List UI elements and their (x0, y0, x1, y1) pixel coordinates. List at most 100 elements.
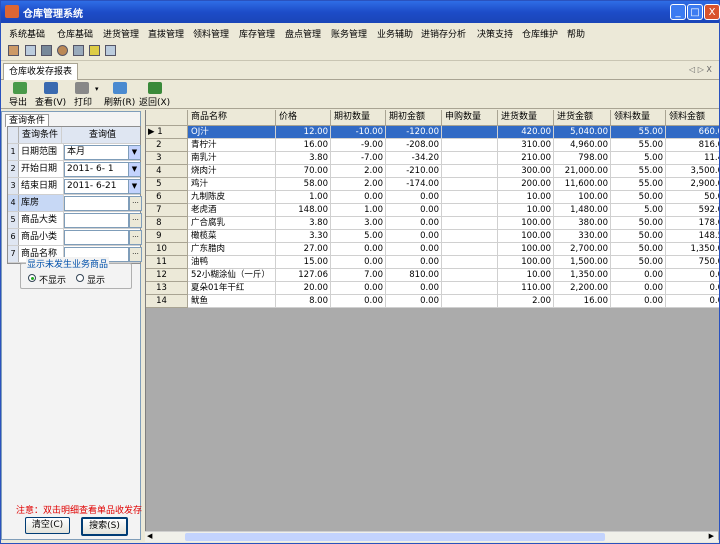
tab-inventory-report[interactable]: 仓库收发存报表 (3, 63, 79, 80)
tab-nav-controls[interactable]: ◁ ▷ X (689, 65, 712, 74)
search-button[interactable]: 搜索(S) (81, 517, 128, 536)
end-date-picker[interactable]: 2011- 6-21 ▼ (64, 179, 141, 194)
menu-purchase[interactable]: 进货管理 (103, 27, 139, 40)
warehouse-browse-button[interactable]: ... (129, 196, 142, 211)
table-row[interactable]: 8广合腐乳3.803.000.00 100.00380.0050.00178.6 (146, 217, 719, 230)
tool-icon-3[interactable] (41, 45, 52, 56)
column-header-product-name[interactable]: 商品名称 (188, 110, 276, 126)
column-header-price[interactable]: 价格 (276, 110, 331, 126)
header-value: 查询值 (88, 130, 116, 140)
cell-request-qty (442, 217, 498, 230)
table-row[interactable]: 9橄榄菜3.305.000.00 100.00330.0050.00148.5 (146, 230, 719, 243)
cell-product-name: 老虎酒 (188, 204, 276, 217)
user-icon[interactable] (57, 45, 68, 56)
column-header-requisition-qty[interactable]: 领料数量 (611, 110, 666, 126)
horizontal-scrollbar[interactable]: ◀ ▶ (145, 531, 718, 542)
chevron-down-icon[interactable]: ▼ (128, 146, 140, 159)
print-button[interactable]: ▾ 打印 (74, 82, 104, 108)
menu-requisition[interactable]: 领料管理 (193, 27, 229, 40)
start-date-picker[interactable]: 2011- 6- 1 ▼ (64, 162, 141, 177)
maximize-button[interactable]: □ (687, 4, 703, 20)
table-row[interactable]: 3南乳汁3.80-7.00-34.20 210.00798.005.0011.4 (146, 152, 719, 165)
table-row[interactable]: 10 广东腊肉 27.00 0.00 0.00 100.00 2,700.00 50.00 1,… (146, 243, 719, 256)
cell-row-number[interactable]: 8 (146, 217, 188, 230)
table-row[interactable]: 11 油鸭 15.00 0.00 0.00 100.00 1,500.00 50.00 750.… (146, 256, 719, 269)
cell-row-number[interactable]: 5 (146, 178, 188, 191)
cell-opening-amount: 0.00 (386, 217, 442, 230)
table-row[interactable]: ▶ 1 OJ汁 12.00 -10.00 -120.00 420.00 5,040.00 55… (146, 126, 719, 139)
table-row[interactable]: 4 烧肉汁 70.00 2.00 -210.00 300.00 21,000.00 55.00… (146, 165, 719, 178)
cell-row-number[interactable]: ▶ 1 (146, 126, 188, 139)
export-button[interactable]: 导出 (9, 82, 31, 108)
cell-purchase-amount: 2,200.00 (554, 282, 611, 295)
cell-opening-qty: 2.00 (331, 165, 386, 178)
tool-icon-5[interactable] (73, 45, 84, 56)
menu-system-base[interactable]: 系统基础 (9, 27, 45, 40)
column-header-requisition-amount[interactable]: 领料金额 (666, 110, 719, 126)
cell-requisition-qty: 0.00 (611, 295, 666, 308)
column-header-opening-qty[interactable]: 期初数量 (331, 110, 386, 126)
view-icon (44, 82, 58, 94)
refresh-icon (113, 82, 127, 94)
cell-row-number[interactable]: 2 (146, 139, 188, 152)
menu-maintenance[interactable]: 仓库维护 (522, 27, 558, 40)
chevron-down-icon[interactable]: ▼ (128, 180, 140, 193)
category-browse-button[interactable]: ... (129, 213, 142, 228)
menu-business-aid[interactable]: 业务辅助 (377, 27, 413, 40)
table-row[interactable]: 2 青柠汁 16.00 -9.00 -208.00 310.00 4,960.00 55.00… (146, 139, 719, 152)
clear-button[interactable]: 清空(C) (25, 517, 70, 534)
tool-icon-2[interactable] (25, 45, 36, 56)
back-button[interactable]: 返回(X) (139, 82, 171, 108)
table-row[interactable]: 7老虎酒148.001.000.00 10.001,480.005.00592.0 (146, 204, 719, 217)
column-header-opening-amount[interactable]: 期初金额 (386, 110, 442, 126)
cell-row-number[interactable]: 3 (146, 152, 188, 165)
subcategory-input[interactable] (64, 230, 129, 245)
menu-stocktake[interactable]: 盘点管理 (285, 27, 321, 40)
subcategory-browse-button[interactable]: ... (129, 230, 142, 245)
column-header-purchase-amount[interactable]: 进货金额 (554, 110, 611, 126)
warehouse-input[interactable] (64, 196, 129, 211)
cell-row-number[interactable]: 12 (146, 269, 188, 282)
table-row[interactable]: 5 鸡汁 58.00 2.00 -174.00 200.00 11,600.00 55.00 2… (146, 178, 719, 191)
view-button[interactable]: 查看(V) (35, 82, 67, 108)
close-button[interactable]: X (704, 4, 720, 20)
menu-direct-transfer[interactable]: 直拨管理 (148, 27, 184, 40)
scroll-right-icon[interactable]: ▶ (709, 532, 714, 540)
table-row[interactable]: 6九制陈皮1.000.000.0010.00100.0050.0050.0 (146, 191, 719, 204)
cell-row-number[interactable]: 9 (146, 230, 188, 243)
folder-icon[interactable] (89, 45, 100, 56)
table-row[interactable]: 12 52小糊涂仙（一斤） 127.06 7.00 810.00 10.00 1,350.0… (146, 269, 719, 282)
cell-requisition-amount: 0.0 (666, 282, 719, 295)
cell-row-number[interactable]: 11 (146, 256, 188, 269)
scrollbar-thumb[interactable] (185, 533, 605, 541)
scroll-left-icon[interactable]: ◀ (147, 532, 152, 540)
minimize-button[interactable]: _ (670, 4, 686, 20)
column-header-request-qty[interactable]: 申购数量 (442, 110, 498, 126)
grid-corner[interactable] (146, 110, 188, 126)
cell-row-number[interactable]: 6 (146, 191, 188, 204)
tool-icon-1[interactable] (8, 45, 19, 56)
menu-accounts[interactable]: 账务管理 (331, 27, 367, 40)
table-row[interactable]: 14鱿鱼8.000.000.002.0016.000.000.0 (146, 295, 719, 308)
cell-product-name: OJ汁 (188, 126, 276, 139)
product-name-browse-button[interactable]: ... (129, 247, 142, 262)
column-header-purchase-qty[interactable]: 进货数量 (498, 110, 554, 126)
refresh-button[interactable]: 刷新(R) (104, 82, 136, 108)
chevron-down-icon[interactable]: ▼ (128, 163, 140, 176)
menu-analysis[interactable]: 进销存分析 (421, 27, 466, 40)
table-row[interactable]: 13 夏朵01年干红 20.00 0.00 0.00 110.00 2,200.00 0.00… (146, 282, 719, 295)
cell-row-number[interactable]: 14 (146, 295, 188, 308)
cell-row-number[interactable]: 4 (146, 165, 188, 178)
cell-opening-qty: 2.00 (331, 178, 386, 191)
menu-help[interactable]: 帮助 (567, 27, 585, 40)
menu-warehouse-base[interactable]: 仓库基础 (57, 27, 93, 40)
menu-inventory[interactable]: 库存管理 (239, 27, 275, 40)
category-input[interactable] (64, 213, 129, 228)
cell-row-number[interactable]: 10 (146, 243, 188, 256)
print-dropdown-icon[interactable]: ▾ (95, 85, 99, 93)
cell-row-number[interactable]: 13 (146, 282, 188, 295)
menu-decision[interactable]: 决策支持 (477, 27, 513, 40)
date-range-select[interactable]: 本月 ▼ (64, 145, 141, 160)
cell-row-number[interactable]: 7 (146, 204, 188, 217)
tool-icon-7[interactable] (105, 45, 116, 56)
